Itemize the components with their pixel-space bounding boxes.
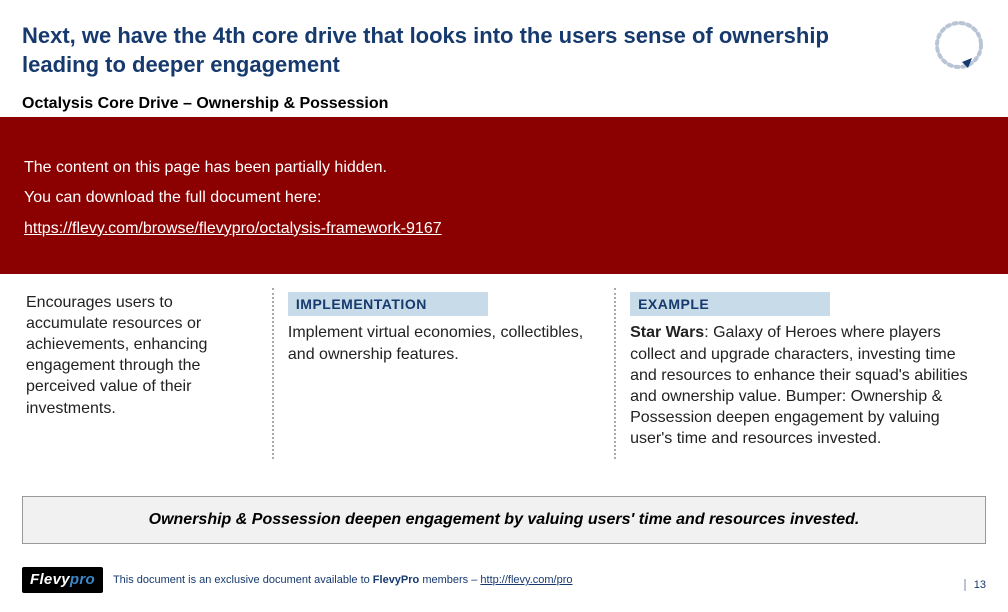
footer-link[interactable]: http://flevy.com/pro	[480, 574, 572, 586]
column-description-body: Encourages users to accumulate resources…	[26, 292, 258, 419]
column-example-header: EXAMPLE	[630, 292, 830, 316]
overlay-line2: You can download the full document here:	[24, 183, 984, 213]
page-number: 13	[964, 579, 986, 591]
column-implementation: IMPLEMENTATION Implement virtual economi…	[272, 288, 614, 459]
overlay-link[interactable]: https://flevy.com/browse/flevypro/octaly…	[24, 220, 442, 237]
column-implementation-header: IMPLEMENTATION	[288, 292, 488, 316]
column-implementation-body: Implement virtual economies, collectible…	[288, 322, 600, 364]
overlay-line1: The content on this page has been partia…	[24, 153, 984, 183]
flevy-corner-icon	[932, 18, 986, 72]
column-description: Encourages users to accumulate resources…	[22, 288, 272, 459]
bumper-callout: Ownership & Possession deepen engagement…	[22, 496, 986, 544]
logo-accent: pro	[70, 571, 95, 588]
content-columns: Encourages users to accumulate resources…	[22, 288, 986, 459]
slide-subtitle: Octalysis Core Drive – Ownership & Posse…	[22, 95, 980, 113]
example-rest: : Galaxy of Heroes where players collect…	[630, 324, 967, 447]
footer-bold: FlevyPro	[373, 574, 419, 586]
paywall-overlay: The content on this page has been partia…	[0, 117, 1008, 274]
slide-title: Next, we have the 4th core drive that lo…	[22, 22, 902, 79]
column-example: EXAMPLE Star Wars: Galaxy of Heroes wher…	[614, 288, 986, 459]
footer-text: This document is an exclusive document a…	[113, 574, 573, 586]
column-example-body: Star Wars: Galaxy of Heroes where player…	[630, 322, 972, 449]
slide-footer: Flevypro This document is an exclusive d…	[0, 566, 1008, 594]
footer-mid: members –	[419, 574, 480, 586]
footer-prefix: This document is an exclusive document a…	[113, 574, 373, 586]
logo-main: Flevy	[30, 571, 70, 588]
flevypro-logo: Flevypro	[22, 567, 103, 593]
example-bold-prefix: Star Wars	[630, 324, 704, 341]
